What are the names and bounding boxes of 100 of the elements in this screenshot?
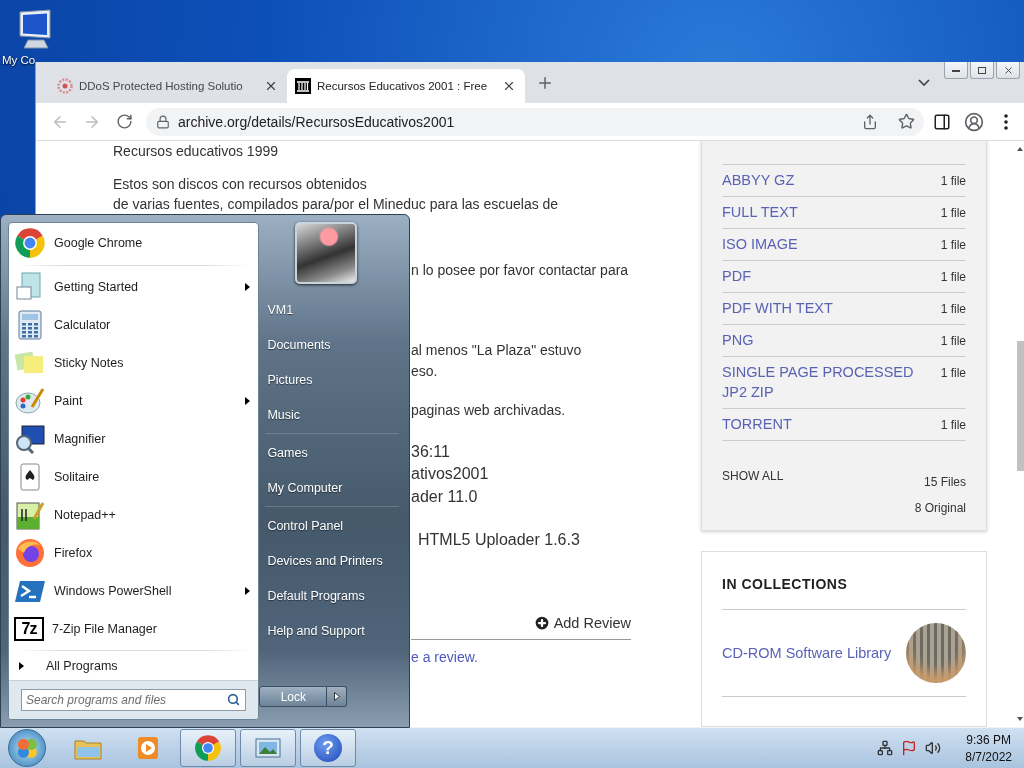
address-bar[interactable]: archive.org/details/RecursosEducativos2001: [146, 107, 924, 136]
description-text: n lo posee por favor contactar para: [411, 260, 630, 280]
metadata-text: ader 11.0: [411, 486, 479, 507]
download-format-link[interactable]: ISO IMAGE: [722, 234, 798, 254]
network-icon[interactable]: [877, 740, 894, 756]
description-text: Recursos educativos 1999: [113, 142, 279, 161]
show-all-link[interactable]: SHOW ALL: [722, 469, 784, 515]
original-count: 8 Original: [914, 501, 966, 515]
file-count: 1 file: [940, 365, 966, 382]
file-count: 1 file: [940, 205, 966, 222]
chevron-down-icon: [918, 79, 930, 86]
start-menu-place[interactable]: Default Programs: [259, 578, 409, 613]
reload-icon: [115, 113, 133, 130]
start-menu-place[interactable]: Games: [259, 435, 409, 470]
gear-icon: [57, 78, 73, 94]
magnifier-icon: [14, 423, 46, 455]
download-format-link[interactable]: PDF: [722, 266, 751, 286]
program-item[interactable]: Getting Started: [9, 268, 259, 306]
file-count: 1 file: [940, 301, 966, 318]
archive-logo-icon: 7z: [14, 617, 44, 641]
description-text: paginas web archivadas.: [411, 401, 567, 420]
submenu-arrow-icon: [245, 283, 251, 291]
download-format-link[interactable]: SINGLE PAGE PROCESSED JP2 ZIP: [722, 362, 922, 402]
start-menu-place[interactable]: Music: [259, 397, 409, 432]
submenu-arrow-icon: [245, 587, 251, 595]
file-count: 1 file: [940, 237, 966, 254]
clock[interactable]: 9:36 PM 8/7/2022: [965, 732, 1012, 764]
start-button[interactable]: [8, 729, 46, 767]
expand-arrow-icon: [19, 662, 24, 671]
flag-icon[interactable]: [901, 740, 918, 756]
start-menu-place[interactable]: My Computer: [259, 470, 409, 505]
arrow-right-icon: [333, 692, 340, 701]
start-menu-place[interactable]: VM1: [259, 292, 409, 327]
search-icon: [227, 692, 241, 706]
program-item[interactable]: Calculator: [9, 306, 259, 344]
download-format-link[interactable]: TORRENT: [722, 414, 792, 434]
shutdown-options-button[interactable]: [327, 686, 348, 707]
program-item[interactable]: Magnifier: [9, 420, 259, 458]
close-window-button[interactable]: [996, 62, 1020, 79]
metadata-text: HTML5 Uploader 1.6.3: [417, 531, 581, 549]
file-count: 1 file: [940, 173, 966, 190]
taskbar-button[interactable]: [180, 729, 236, 767]
help-icon: ?: [314, 734, 342, 762]
program-item[interactable]: Sticky Notes: [9, 344, 259, 382]
browser-logo-icon: [14, 227, 46, 259]
close-icon: [264, 79, 278, 93]
user-picture[interactable]: [295, 222, 358, 284]
collection-link[interactable]: CD-ROM Software Library: [722, 645, 892, 661]
collections-heading: IN COLLECTIONS: [722, 552, 966, 610]
flame-globe-icon: [14, 537, 46, 569]
volume-icon[interactable]: [925, 740, 942, 756]
browser-tab[interactable]: DDoS Protected Hosting Solutio: [49, 69, 287, 103]
file-count: 1 file: [940, 333, 966, 350]
program-item[interactable]: 7z 7-Zip File Manager: [9, 610, 259, 648]
add-review-button[interactable]: Add Review: [532, 614, 631, 632]
lock-icon: [156, 114, 170, 129]
minimize-icon: [951, 67, 961, 73]
side-panel-icon: [933, 112, 951, 131]
description-text: al menos "La Plaza" estuvo: [411, 341, 583, 360]
download-format-link[interactable]: PDF WITH TEXT: [722, 298, 833, 318]
close-icon: [502, 79, 516, 93]
file-count: 1 file: [940, 417, 966, 434]
start-menu-place[interactable]: Pictures: [259, 362, 409, 397]
download-format-link[interactable]: FULL TEXT: [722, 202, 798, 222]
program-item[interactable]: Firefox: [9, 534, 259, 572]
submenu-arrow-icon: [245, 397, 251, 405]
star-icon: [897, 113, 915, 130]
start-menu-place[interactable]: Control Panel: [259, 508, 409, 543]
program-item[interactable]: Paint: [9, 382, 259, 420]
description-text: eso.: [411, 361, 439, 381]
search-field[interactable]: Search programs and files: [21, 688, 247, 711]
desktop-icon-label[interactable]: My Co: [0, 54, 36, 66]
minimize-button[interactable]: [944, 62, 968, 79]
start-menu-place[interactable]: Devices and Printers: [259, 543, 409, 578]
files-total: 15 Files: [923, 475, 966, 489]
all-programs-item[interactable]: All Programs: [9, 653, 259, 680]
file-count: 1 file: [940, 269, 966, 286]
program-item[interactable]: Notepad++: [9, 496, 259, 534]
taskbar-button[interactable]: [240, 729, 296, 767]
review-link[interactable]: e a review.: [411, 649, 701, 665]
metadata-text: 36:11: [411, 441, 451, 462]
close-icon: [1002, 64, 1014, 76]
start-menu-place[interactable]: Documents: [259, 327, 409, 362]
plus-circle-icon: [532, 614, 551, 632]
program-item[interactable]: Windows PowerShell: [9, 572, 259, 610]
notepad-icon: [14, 499, 46, 531]
download-format-link[interactable]: ABBYY GZ: [722, 170, 795, 190]
maximize-button[interactable]: [970, 62, 994, 79]
description-text: de varias fuentes, compilados para/por el Mineduc para las escuelas de: [113, 195, 560, 214]
description-text: Estos son discos con recursos obtenidos: [113, 174, 368, 194]
start-menu-place[interactable]: Help and Support: [259, 613, 409, 648]
browser-logo-icon: [194, 734, 222, 762]
program-item[interactable]: Google Chrome: [9, 223, 259, 263]
user-icon: [964, 111, 984, 132]
browser-tab[interactable]: Recursos Educativos 2001 : Free: [287, 69, 525, 103]
maximize-icon: [977, 65, 987, 75]
museum-icon: [295, 78, 311, 94]
program-item[interactable]: Solitaire: [9, 458, 259, 496]
metadata-text: ativos2001: [411, 464, 490, 484]
download-format-link[interactable]: PNG: [722, 330, 754, 350]
